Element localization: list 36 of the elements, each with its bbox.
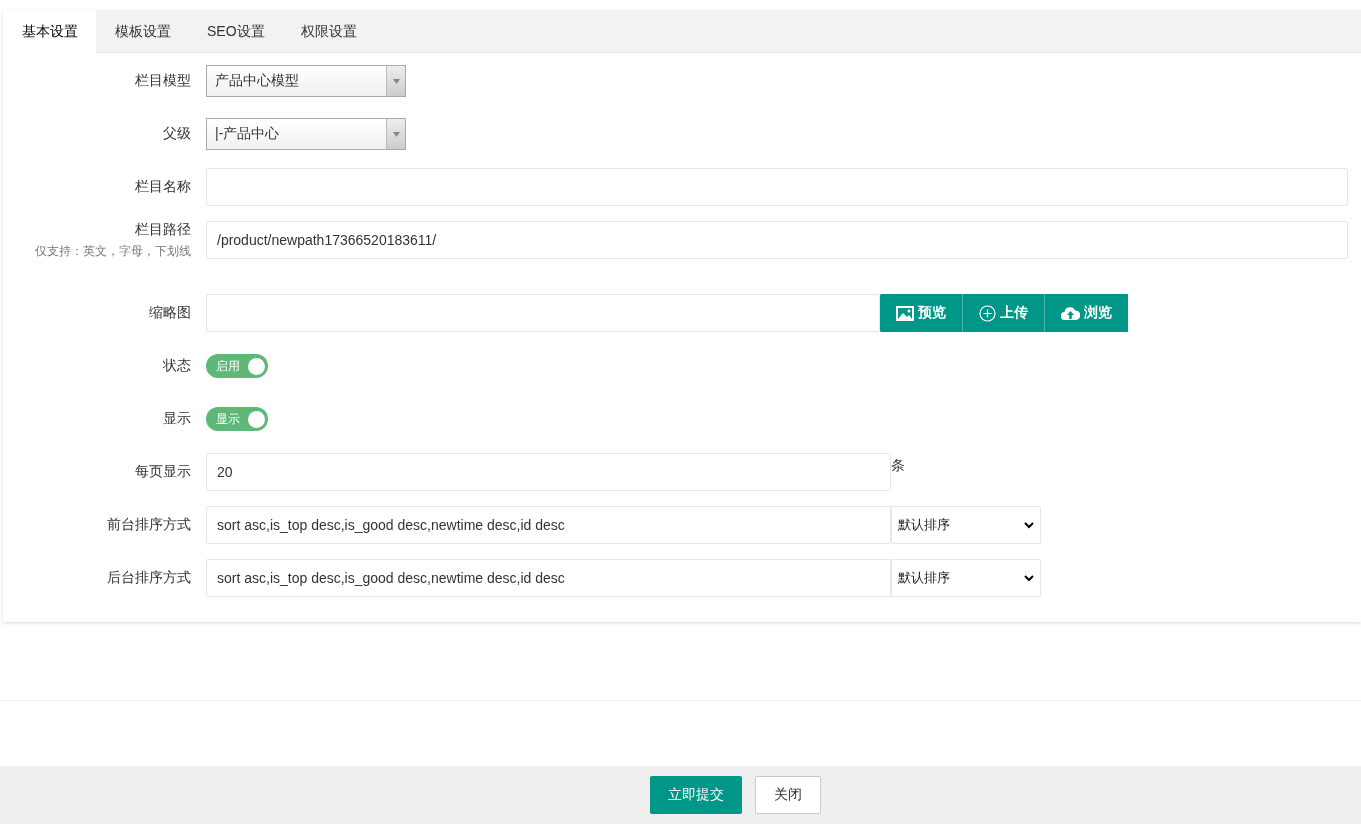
dropdown-arrow-icon: [392, 78, 400, 84]
chevron-down-icon: [1024, 521, 1034, 529]
select-field[interactable]: 产品中心模型: [206, 65, 406, 97]
field-label: 父级: [163, 125, 191, 143]
chevron-down-icon: [1024, 574, 1034, 582]
field-label: 栏目名称: [135, 178, 191, 196]
cloud-upload-icon: [1061, 306, 1080, 320]
plus-circle-icon: [979, 304, 996, 322]
tab[interactable]: SEO设置: [189, 10, 283, 52]
unit-label: 条: [891, 457, 905, 475]
tab[interactable]: 基本设置: [3, 10, 96, 53]
select-field[interactable]: 默认排序: [891, 559, 1041, 597]
field-label: 栏目路径: [135, 220, 191, 239]
number-field[interactable]: 20: [206, 453, 891, 491]
field-label: 每页显示: [135, 463, 191, 481]
text-field[interactable]: [206, 168, 1348, 206]
field-label: 后台排序方式: [107, 569, 191, 587]
text-field[interactable]: sort asc,is_top desc,is_good desc,newtime desc,id desc: [206, 506, 891, 544]
field-label: 缩略图: [149, 304, 191, 322]
text-field[interactable]: [206, 294, 880, 332]
text-field[interactable]: /product/newpath17366520183611/: [206, 221, 1348, 259]
field-label: 栏目模型: [135, 72, 191, 90]
image-icon: [896, 305, 914, 321]
text-field[interactable]: sort asc,is_top desc,is_good desc,newtime desc,id desc: [206, 559, 891, 597]
tab[interactable]: 模板设置: [96, 10, 189, 52]
submit-button[interactable]: 立即提交: [650, 776, 742, 814]
select-field[interactable]: 默认排序: [891, 506, 1041, 544]
field-label: 状态: [163, 357, 191, 375]
action-button[interactable]: 浏览: [1044, 294, 1128, 332]
tab[interactable]: 权限设置: [282, 10, 376, 52]
field-label: 前台排序方式: [107, 516, 191, 534]
field-hint: 仅支持：英文，字母，下划线: [35, 242, 191, 260]
field-label: 显示: [163, 410, 191, 428]
dropdown-arrow-icon: [392, 131, 400, 137]
close-button[interactable]: 关闭: [755, 776, 821, 814]
select-field[interactable]: |-产品中心: [206, 118, 406, 150]
